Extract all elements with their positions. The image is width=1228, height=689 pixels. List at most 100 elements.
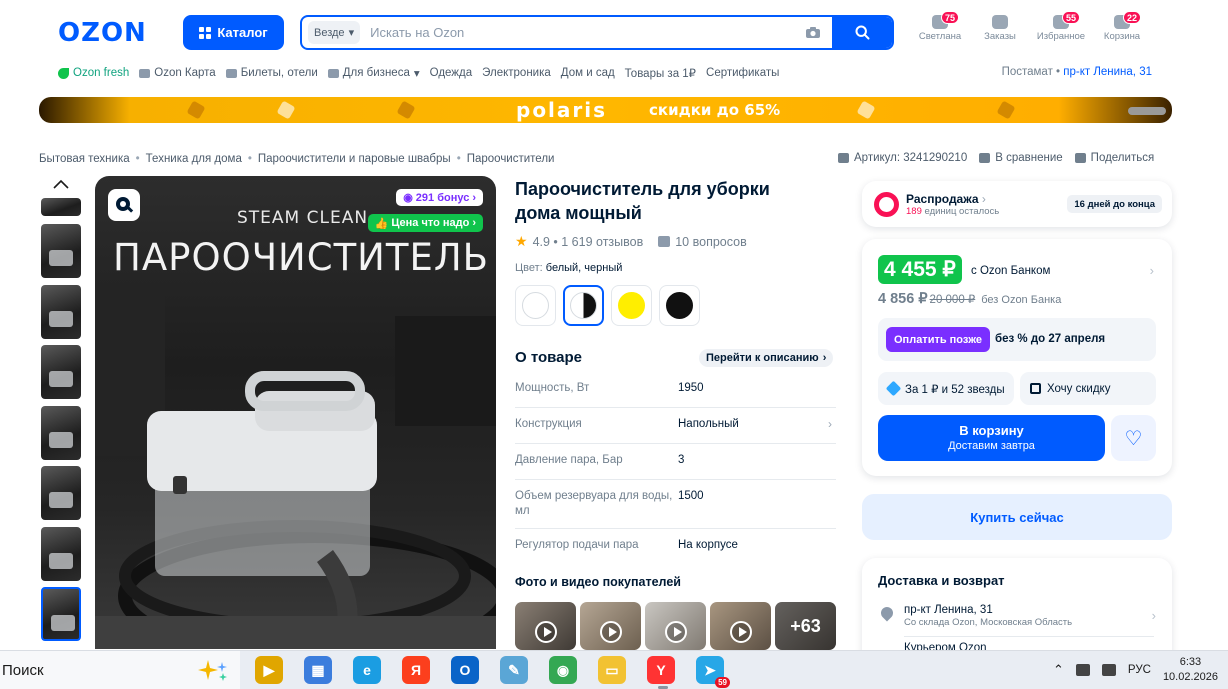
bonus-badge[interactable]: ◉ 291 бонус › — [396, 189, 483, 206]
copilot-sparkle-icon — [198, 660, 227, 681]
taskbar-search[interactable]: Поиск — [0, 651, 240, 689]
nav-item-tickets[interactable]: Билеты, отели — [225, 67, 318, 79]
favorite-button[interactable]: ♡ — [1111, 415, 1156, 461]
telegram-icon[interactable]: ➤ 59 — [696, 656, 730, 688]
add-to-cart-button[interactable]: В корзину Доставим завтра — [878, 415, 1105, 461]
thumbnail[interactable] — [41, 285, 81, 339]
wifi-off-icon[interactable] — [1075, 664, 1090, 676]
language-indicator[interactable]: РУС — [1128, 664, 1151, 676]
chevron-right-icon: › — [828, 417, 832, 431]
color-swatch-white[interactable] — [515, 285, 556, 326]
nav-item-ozon-card[interactable]: Ozon Карта — [139, 67, 216, 79]
banner-decoration — [856, 100, 876, 120]
buy-now-button[interactable]: Купить сейчас — [862, 494, 1172, 540]
chevron-right-icon: › — [822, 352, 827, 364]
header-cart[interactable]: 22 Корзина — [1092, 11, 1152, 53]
chevron-up-icon[interactable] — [52, 178, 70, 190]
search-icon — [855, 25, 869, 40]
thumbnail[interactable] — [41, 198, 81, 216]
chevron-right-icon: › — [472, 217, 476, 229]
nav-item-clothes[interactable]: Одежда — [430, 67, 472, 79]
chevron-right-icon: › — [981, 192, 986, 206]
yandex-browser-icon[interactable]: Y — [647, 656, 675, 684]
search-scope-select[interactable]: Везде ▾ — [308, 21, 361, 44]
box-icon — [992, 15, 1008, 29]
thumbnail-active[interactable] — [41, 587, 81, 641]
buyer-video-thumb[interactable] — [580, 602, 641, 650]
header-orders[interactable]: Заказы — [970, 13, 1030, 53]
thumbnail[interactable] — [41, 345, 81, 399]
nav-item-home-garden[interactable]: Дом и сад — [561, 67, 615, 79]
buyer-media-more[interactable]: +63 — [775, 602, 836, 650]
questions-link[interactable]: 10 вопросов — [675, 235, 746, 249]
chevron-up-icon[interactable]: ⌃ — [1053, 662, 1064, 678]
header-profile[interactable]: 75 Светлана — [910, 11, 970, 53]
promo-banner[interactable]: polaris скидки до 65% — [39, 97, 1172, 123]
share-button[interactable]: Поделиться — [1074, 152, 1154, 164]
media-player-icon[interactable]: ▶ — [255, 656, 283, 684]
monitor-icon[interactable] — [1101, 664, 1116, 676]
buyer-video-thumb[interactable] — [515, 602, 576, 650]
banner-ad-label — [1128, 107, 1166, 115]
good-price-badge[interactable]: 👍 Цена что надо › — [367, 214, 483, 232]
thumbnail[interactable] — [41, 466, 81, 520]
product-main-image[interactable]: ◉ 291 бонус › 👍 Цена что надо › STEAM CLEAN … — [95, 176, 496, 649]
delivery-address[interactable]: пр-кт Ленина, 31 — [904, 604, 993, 616]
edge-icon[interactable]: e — [353, 656, 381, 684]
notepad-icon[interactable]: ✎ — [500, 656, 528, 684]
rating-row[interactable]: ★ 4.9 • 1 619 отзывов 10 вопросов — [515, 233, 747, 250]
pay-later-button[interactable]: Оплатить позже — [886, 327, 990, 352]
nav-item-one-ruble[interactable]: Товары за 1₽ — [625, 66, 696, 80]
breadcrumb-item[interactable]: Бытовая техника — [39, 153, 130, 165]
delivery-address[interactable]: Постамат • пр-кт Ленина, 31 — [1002, 66, 1152, 78]
breadcrumb-item[interactable]: Пароочистители — [467, 153, 555, 165]
taskbar: Поиск ▶ ▦ e Я O ✎ ◉ ▭ Y ➤ 59 ⌃ РУС 6:33 10.02.2026 — [0, 650, 1228, 689]
ozon-logo[interactable]: OZON — [58, 18, 147, 48]
camera-search-icon[interactable] — [802, 23, 824, 43]
color-swatch-white-black[interactable] — [563, 285, 604, 326]
chrome-icon[interactable]: ◉ — [549, 656, 577, 684]
article-number[interactable]: Артикул: 3241290210 — [838, 152, 967, 164]
outlook-icon[interactable]: O — [451, 656, 479, 684]
system-tray: ⌃ РУС 6:33 10.02.2026 — [1053, 655, 1218, 685]
buyer-video-thumb[interactable] — [710, 602, 771, 650]
compare-button[interactable]: В сравнение — [979, 152, 1063, 164]
thumbnail[interactable] — [41, 527, 81, 581]
thumbnail[interactable] — [41, 224, 81, 278]
nav-item-ozon-fresh[interactable]: Ozon fresh — [58, 67, 129, 79]
clock[interactable]: 6:33 10.02.2026 — [1163, 655, 1218, 685]
search-submit-button[interactable] — [832, 17, 892, 48]
header-favorites[interactable]: 55 Избранное — [1031, 11, 1091, 53]
price-regular: 4 856 ₽20 000 ₽ без Ozon Банка — [878, 291, 1062, 307]
search-input[interactable] — [370, 25, 802, 40]
pay-later-block[interactable]: Оплатить позже без % до 27 апреля — [878, 318, 1156, 361]
visual-search-icon — [116, 197, 134, 213]
color-swatch-yellow[interactable] — [611, 285, 652, 326]
discount-chip[interactable]: Хочу скидку — [1020, 372, 1156, 405]
catalog-button[interactable]: Каталог — [183, 15, 284, 50]
nav-item-certificates[interactable]: Сертификаты — [706, 67, 779, 79]
breadcrumb-item[interactable]: Пароочистители и паровые швабры — [258, 153, 451, 165]
visual-search-button[interactable] — [108, 189, 140, 221]
grid-icon — [199, 26, 212, 39]
compare-icon — [979, 153, 991, 163]
star-icon: ★ — [515, 233, 528, 249]
explorer-icon[interactable]: ▭ — [598, 656, 626, 684]
spec-row: Регулятор подачи пара На корпусе — [515, 539, 738, 551]
spec-row[interactable]: Конструкция Напольный › — [515, 417, 836, 444]
thumbnail[interactable] — [41, 406, 81, 460]
chevron-right-icon[interactable]: › — [1150, 263, 1154, 278]
store-icon[interactable]: ▦ — [304, 656, 332, 684]
yandex-icon[interactable]: Я — [402, 656, 430, 684]
goto-description-button[interactable]: Перейти к описанию › — [699, 349, 834, 367]
heart-icon: 55 — [1053, 11, 1081, 29]
nav-item-business[interactable]: Для бизнеса ▾ — [327, 66, 420, 80]
breadcrumb-item[interactable]: Техника для дома — [146, 153, 242, 165]
stars-chip[interactable]: За 1 ₽ и 52 звезды — [878, 372, 1014, 405]
sale-card[interactable]: Распродажа › 189 единиц осталось 16 дней… — [862, 181, 1172, 227]
buyer-video-thumb[interactable] — [645, 602, 706, 650]
chevron-right-icon[interactable]: › — [1152, 608, 1156, 623]
nav-item-electronics[interactable]: Электроника — [482, 67, 551, 79]
color-swatch-black[interactable] — [659, 285, 700, 326]
sale-stock: 189 единиц осталось — [906, 206, 1000, 217]
